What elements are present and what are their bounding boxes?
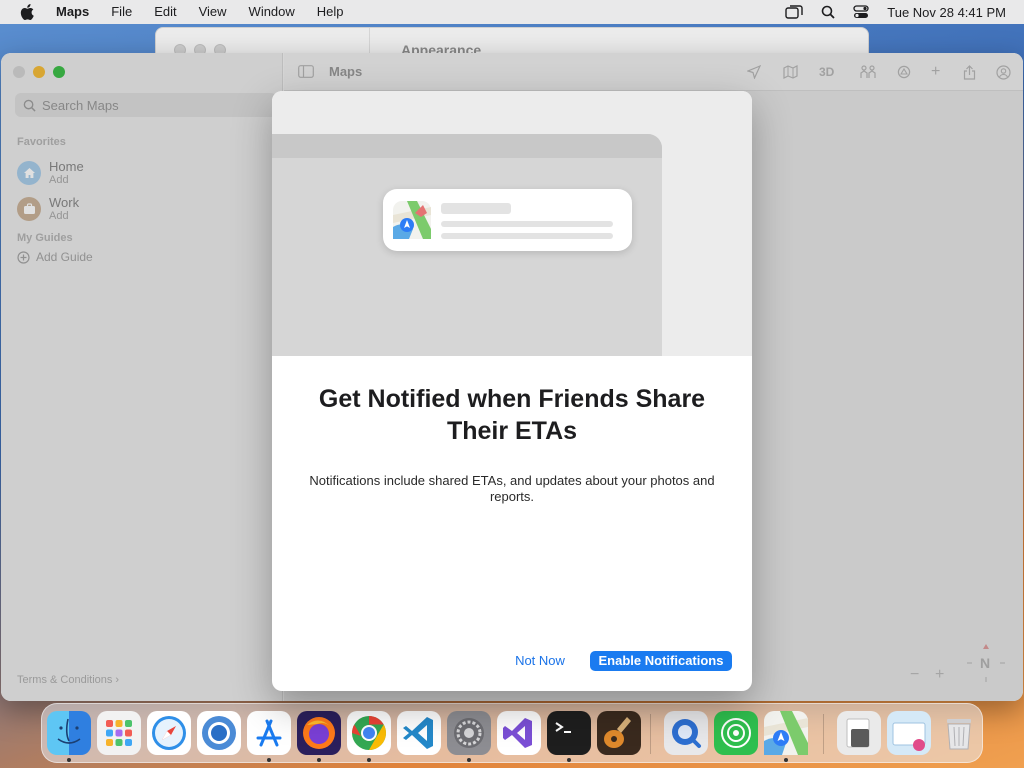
prompt-description: Notifications include shared ETAs, and u…	[309, 473, 715, 504]
dock-separator	[650, 714, 651, 754]
running-indicator	[317, 758, 321, 762]
control-center-icon[interactable]	[853, 5, 869, 19]
chrome-app-icon[interactable]	[347, 711, 391, 755]
running-indicator	[784, 758, 788, 762]
prompt-title: Get Notified when Friends Share Their ET…	[318, 385, 706, 445]
apple-menu-icon[interactable]	[16, 0, 38, 24]
dock-separator	[823, 714, 824, 754]
enable-notifications-button[interactable]: Enable Notifications	[590, 651, 732, 671]
chromium-app-icon[interactable]	[197, 711, 241, 755]
menu-file[interactable]: File	[100, 0, 143, 24]
notification-prompt-sheet: Get Notified when Friends Share Their ET…	[272, 91, 752, 691]
placeholder-line	[441, 221, 613, 227]
menu-clock[interactable]: Tue Nov 28 4:41 PM	[887, 5, 1006, 20]
placeholder-line	[441, 203, 511, 214]
menu-view[interactable]: View	[188, 0, 238, 24]
maps-app-icon	[393, 201, 431, 239]
safari-app-icon[interactable]	[147, 711, 191, 755]
menu-app-name[interactable]: Maps	[52, 0, 100, 24]
illustration-notification-card	[383, 189, 632, 251]
dock	[41, 703, 983, 763]
spotlight-search-icon[interactable]	[821, 5, 835, 19]
quicktime-app-icon[interactable]	[664, 711, 708, 755]
not-now-button[interactable]: Not Now	[508, 651, 572, 671]
system-settings-app-icon[interactable]	[447, 711, 491, 755]
app-store-icon[interactable]	[247, 711, 291, 755]
screen-mirroring-icon[interactable]	[785, 5, 803, 19]
firefox-app-icon[interactable]	[297, 711, 341, 755]
visual-studio-app-icon[interactable]	[497, 711, 541, 755]
running-indicator	[67, 758, 71, 762]
menu-edit[interactable]: Edit	[143, 0, 187, 24]
screenshots-stack-icon[interactable]	[887, 711, 931, 755]
maps-app-dock-icon[interactable]	[764, 711, 808, 755]
illustration-screen-bar	[272, 134, 662, 158]
trash-icon[interactable]	[937, 711, 981, 755]
launchpad-app-icon[interactable]	[97, 711, 141, 755]
running-indicator	[567, 758, 571, 762]
terminal-app-icon[interactable]	[547, 711, 591, 755]
running-indicator	[367, 758, 371, 762]
menu-help[interactable]: Help	[306, 0, 355, 24]
menu-bar: Maps File Edit View Window Help Tue Nov …	[0, 0, 1024, 24]
running-indicator	[467, 758, 471, 762]
find-my-app-icon[interactable]	[714, 711, 758, 755]
placeholder-line	[441, 233, 613, 239]
finder-app-icon[interactable]	[47, 711, 91, 755]
running-indicator	[267, 758, 271, 762]
garageband-app-icon[interactable]	[597, 711, 641, 755]
vscode-app-icon[interactable]	[397, 711, 441, 755]
downloads-stack-icon[interactable]	[837, 711, 881, 755]
illustration	[272, 91, 752, 356]
menu-window[interactable]: Window	[238, 0, 306, 24]
